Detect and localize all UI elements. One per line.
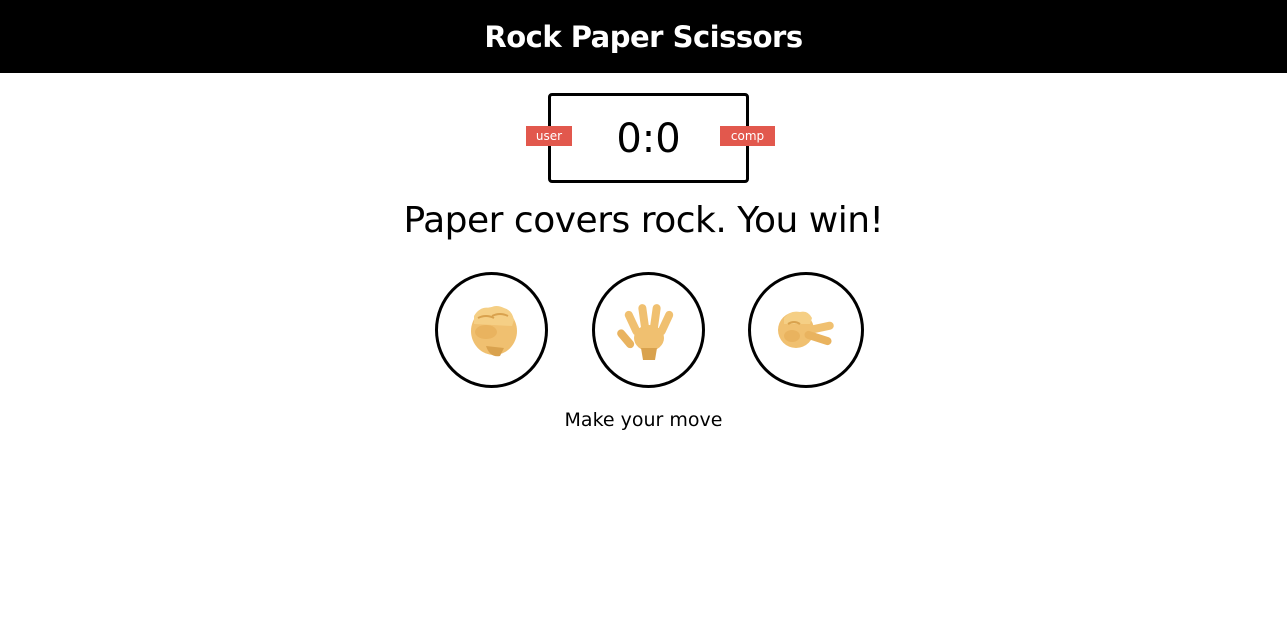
scissors-button[interactable] [748, 272, 864, 388]
user-badge: user [526, 126, 572, 146]
fist-icon [470, 306, 517, 357]
app-title: Rock Paper Scissors [484, 19, 803, 54]
comp-badge: comp [720, 126, 775, 146]
score-display: 0:0 [616, 116, 681, 162]
open-hand-icon [616, 304, 673, 360]
rock-button[interactable] [435, 272, 548, 388]
result-message: Paper covers rock. You win! [403, 200, 884, 241]
scoreboard: 0:0 [548, 93, 749, 183]
action-prompt: Make your move [564, 409, 723, 431]
scissors-hand-icon [778, 311, 834, 348]
paper-button[interactable] [592, 272, 705, 388]
app-header: Rock Paper Scissors [0, 0, 1287, 73]
